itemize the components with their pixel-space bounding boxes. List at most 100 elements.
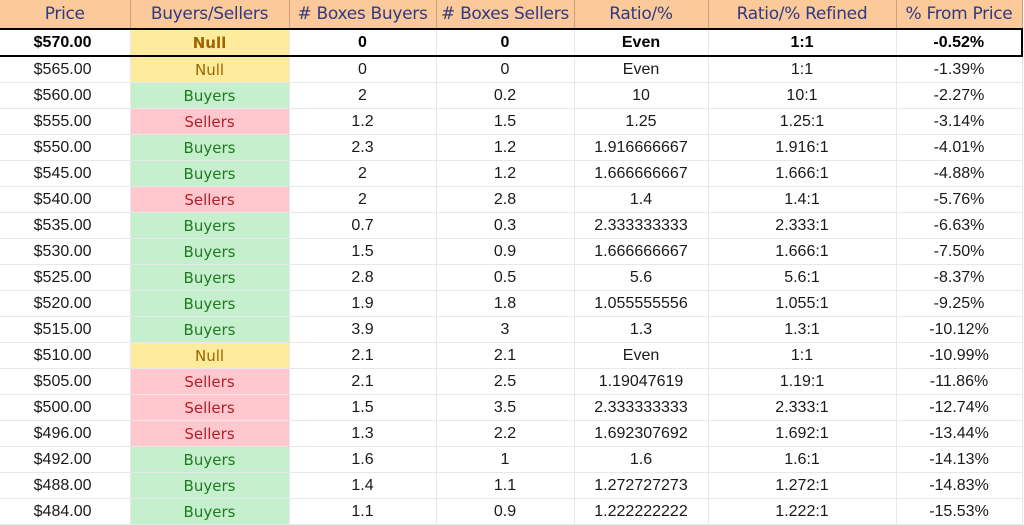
ratio-cell[interactable]: 5.6: [574, 264, 709, 291]
boxes-sellers-cell[interactable]: 0.9: [436, 498, 575, 525]
pct-from-price-cell[interactable]: -9.25%: [896, 290, 1023, 317]
boxes-buyers-cell[interactable]: 2: [289, 82, 437, 109]
boxes-sellers-cell[interactable]: 1.5: [436, 108, 575, 135]
side-cell[interactable]: Sellers: [130, 394, 290, 421]
side-cell[interactable]: Null: [130, 28, 290, 57]
boxes-buyers-cell[interactable]: 1.1: [289, 498, 437, 525]
boxes-sellers-cell[interactable]: 0.5: [436, 264, 575, 291]
price-cell[interactable]: $545.00: [0, 160, 131, 187]
side-cell[interactable]: Buyers: [130, 316, 290, 343]
boxes-sellers-cell[interactable]: 0: [436, 28, 575, 57]
ratio-cell[interactable]: 1.055555556: [574, 290, 709, 317]
pct-from-price-cell[interactable]: -10.99%: [896, 342, 1023, 369]
pct-from-price-cell[interactable]: -11.86%: [896, 368, 1023, 395]
pct-from-price-cell[interactable]: -5.76%: [896, 186, 1023, 213]
ratio-refined-cell[interactable]: 10:1: [708, 82, 897, 109]
ratio-cell[interactable]: 1.692307692: [574, 420, 709, 447]
boxes-sellers-cell[interactable]: 0: [436, 56, 575, 83]
side-cell[interactable]: Sellers: [130, 420, 290, 447]
ratio-cell[interactable]: Even: [574, 56, 709, 83]
boxes-sellers-cell[interactable]: 2.1: [436, 342, 575, 369]
boxes-sellers-cell[interactable]: 1.8: [436, 290, 575, 317]
price-cell[interactable]: $535.00: [0, 212, 131, 239]
price-cell[interactable]: $492.00: [0, 446, 131, 473]
pct-from-price-cell[interactable]: -13.44%: [896, 420, 1023, 447]
side-cell[interactable]: Null: [130, 342, 290, 369]
boxes-buyers-cell[interactable]: 1.6: [289, 446, 437, 473]
ratio-cell[interactable]: 1.19047619: [574, 368, 709, 395]
boxes-buyers-cell[interactable]: 2.1: [289, 368, 437, 395]
ratio-cell[interactable]: 1.222222222: [574, 498, 709, 525]
pct-from-price-cell[interactable]: -3.14%: [896, 108, 1023, 135]
side-cell[interactable]: Buyers: [130, 446, 290, 473]
ratio-refined-cell[interactable]: 1.19:1: [708, 368, 897, 395]
side-cell[interactable]: Buyers: [130, 238, 290, 265]
price-cell[interactable]: $550.00: [0, 134, 131, 161]
boxes-buyers-cell[interactable]: 3.9: [289, 316, 437, 343]
ratio-cell[interactable]: 10: [574, 82, 709, 109]
boxes-buyers-cell[interactable]: 0: [289, 56, 437, 83]
pct-from-price-cell[interactable]: -6.63%: [896, 212, 1023, 239]
ratio-refined-cell[interactable]: 2.333:1: [708, 394, 897, 421]
boxes-buyers-cell[interactable]: 2.1: [289, 342, 437, 369]
header-boxes-buyers[interactable]: # Boxes Buyers: [289, 0, 437, 30]
ratio-refined-cell[interactable]: 1.916:1: [708, 134, 897, 161]
pct-from-price-cell[interactable]: -15.53%: [896, 498, 1023, 525]
price-cell[interactable]: $560.00: [0, 82, 131, 109]
price-cell[interactable]: $510.00: [0, 342, 131, 369]
boxes-buyers-cell[interactable]: 1.9: [289, 290, 437, 317]
boxes-sellers-cell[interactable]: 2.5: [436, 368, 575, 395]
boxes-buyers-cell[interactable]: 1.3: [289, 420, 437, 447]
boxes-buyers-cell[interactable]: 2.8: [289, 264, 437, 291]
pct-from-price-cell[interactable]: -0.52%: [896, 28, 1023, 57]
pct-from-price-cell[interactable]: -1.39%: [896, 56, 1023, 83]
boxes-buyers-cell[interactable]: 2.3: [289, 134, 437, 161]
side-cell[interactable]: Buyers: [130, 134, 290, 161]
ratio-cell[interactable]: 1.272727273: [574, 472, 709, 499]
boxes-sellers-cell[interactable]: 2.8: [436, 186, 575, 213]
side-cell[interactable]: Buyers: [130, 82, 290, 109]
header-ratio-refined[interactable]: Ratio/% Refined: [708, 0, 897, 30]
price-cell[interactable]: $496.00: [0, 420, 131, 447]
price-cell[interactable]: $520.00: [0, 290, 131, 317]
ratio-refined-cell[interactable]: 1.4:1: [708, 186, 897, 213]
price-cell[interactable]: $530.00: [0, 238, 131, 265]
ratio-cell[interactable]: 1.916666667: [574, 134, 709, 161]
price-cell[interactable]: $570.00: [0, 28, 131, 57]
ratio-refined-cell[interactable]: 1.222:1: [708, 498, 897, 525]
price-cell[interactable]: $540.00: [0, 186, 131, 213]
boxes-buyers-cell[interactable]: 1.4: [289, 472, 437, 499]
pct-from-price-cell[interactable]: -7.50%: [896, 238, 1023, 265]
boxes-sellers-cell[interactable]: 3: [436, 316, 575, 343]
boxes-sellers-cell[interactable]: 0.2: [436, 82, 575, 109]
side-cell[interactable]: Buyers: [130, 264, 290, 291]
pct-from-price-cell[interactable]: -12.74%: [896, 394, 1023, 421]
side-cell[interactable]: Buyers: [130, 160, 290, 187]
boxes-sellers-cell[interactable]: 1.2: [436, 160, 575, 187]
boxes-buyers-cell[interactable]: 0.7: [289, 212, 437, 239]
price-cell[interactable]: $555.00: [0, 108, 131, 135]
ratio-refined-cell[interactable]: 1.25:1: [708, 108, 897, 135]
pct-from-price-cell[interactable]: -2.27%: [896, 82, 1023, 109]
boxes-buyers-cell[interactable]: 1.2: [289, 108, 437, 135]
header-buyers-sellers[interactable]: Buyers/Sellers: [130, 0, 290, 30]
pct-from-price-cell[interactable]: -14.13%: [896, 446, 1023, 473]
ratio-refined-cell[interactable]: 1.666:1: [708, 238, 897, 265]
boxes-sellers-cell[interactable]: 1.2: [436, 134, 575, 161]
price-cell[interactable]: $565.00: [0, 56, 131, 83]
pct-from-price-cell[interactable]: -4.01%: [896, 134, 1023, 161]
ratio-cell[interactable]: 2.333333333: [574, 394, 709, 421]
boxes-buyers-cell[interactable]: 1.5: [289, 238, 437, 265]
pct-from-price-cell[interactable]: -14.83%: [896, 472, 1023, 499]
ratio-refined-cell[interactable]: 1:1: [708, 56, 897, 83]
boxes-sellers-cell[interactable]: 0.9: [436, 238, 575, 265]
ratio-cell[interactable]: 1.6: [574, 446, 709, 473]
ratio-refined-cell[interactable]: 1.6:1: [708, 446, 897, 473]
ratio-refined-cell[interactable]: 2.333:1: [708, 212, 897, 239]
side-cell[interactable]: Sellers: [130, 186, 290, 213]
side-cell[interactable]: Sellers: [130, 368, 290, 395]
boxes-buyers-cell[interactable]: 0: [289, 28, 437, 57]
pct-from-price-cell[interactable]: -10.12%: [896, 316, 1023, 343]
boxes-sellers-cell[interactable]: 1: [436, 446, 575, 473]
price-cell[interactable]: $505.00: [0, 368, 131, 395]
